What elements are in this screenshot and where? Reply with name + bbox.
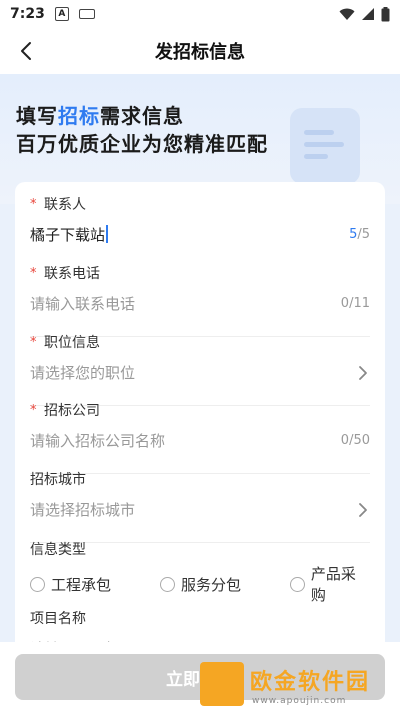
signal-icon [362, 8, 374, 20]
project-label: 项目名称 [30, 608, 370, 628]
battery-icon [381, 6, 390, 21]
form-card: * 联系人 橘子下载站 5/5 * 联系电话 请输入联系电话 0/11 * 职位… [15, 182, 385, 652]
page-title: 发招标信息 [155, 42, 245, 63]
app-notification-icon: A [54, 7, 69, 21]
project-label-text: 项目名称 [30, 611, 86, 627]
hero-heading-prefix: 填写 [16, 104, 58, 128]
company-counter: 0/50 [340, 433, 370, 448]
back-arrow-icon[interactable] [16, 40, 38, 62]
status-time: 7:23 [10, 6, 45, 22]
nav-bar: 发招标信息 [0, 28, 400, 74]
required-mark: * [30, 196, 37, 212]
info-type-field: 信息类型 工程承包 服务分包 产品采购 [30, 539, 370, 604]
company-label-text: 招标公司 [44, 403, 100, 419]
required-mark: * [30, 334, 37, 350]
status-bar: 7:23 A [0, 0, 400, 28]
radio-option-label: 产品采购 [310, 565, 356, 604]
contact-label: * 联系人 [30, 194, 370, 214]
city-select-placeholder[interactable]: 请选择招标城市 [30, 499, 356, 521]
hero-subheading: 百万优质企业为您精准匹配 [16, 132, 268, 156]
info-type-label-text: 信息类型 [30, 542, 86, 558]
position-select-placeholder[interactable]: 请选择您的职位 [30, 362, 356, 384]
city-label-text: 招标城市 [30, 472, 86, 488]
contact-counter-max: /5 [357, 227, 370, 242]
phone-label: * 联系电话 [30, 263, 370, 283]
phone-input-placeholder[interactable]: 请输入联系电话 [30, 293, 341, 315]
radio-option-label: 服务分包 [181, 575, 242, 594]
phone-label-text: 联系电话 [44, 266, 100, 282]
phone-counter: 0/11 [340, 296, 370, 311]
radio-circle-icon[interactable] [160, 576, 175, 592]
contact-label-text: 联系人 [44, 197, 86, 213]
contact-value-text: 橘子下载站 [30, 226, 106, 244]
status-right [339, 6, 390, 22]
city-label: 招标城市 [30, 469, 370, 489]
company-input[interactable]: 请输入招标公司名称 0/50 [30, 430, 370, 474]
radio-option-label: 工程承包 [51, 575, 112, 594]
chevron-right-icon[interactable] [356, 362, 370, 384]
position-label: * 职位信息 [30, 332, 370, 352]
watermark: 欧金软件园 www.apoujin.com [200, 662, 396, 712]
city-select[interactable]: 请选择招标城市 [30, 499, 370, 543]
wifi-icon [339, 8, 355, 20]
radio-circle-icon[interactable] [290, 576, 305, 592]
company-label: * 招标公司 [30, 400, 370, 420]
required-mark: * [30, 402, 37, 418]
hero-heading: 填写招标需求信息 [16, 100, 184, 129]
position-label-text: 职位信息 [44, 335, 100, 351]
company-field: * 招标公司 请输入招标公司名称 0/50 [30, 400, 370, 474]
contact-input-value[interactable]: 橘子下载站 [30, 224, 349, 246]
info-type-label: 信息类型 [30, 539, 370, 559]
company-input-placeholder[interactable]: 请输入招标公司名称 [30, 430, 341, 452]
hero-heading-suffix: 需求信息 [100, 104, 184, 128]
text-caret [106, 225, 109, 243]
watermark-text: 欧金软件园 [250, 670, 371, 695]
info-type-radio-group: 工程承包 服务分包 产品采购 [30, 565, 370, 604]
radio-circle-icon[interactable] [30, 576, 45, 592]
watermark-url: www.apoujin.com [252, 696, 347, 706]
contact-counter: 5/5 [349, 224, 370, 246]
phone-input[interactable]: 请输入联系电话 0/11 [30, 293, 370, 337]
position-field: * 职位信息 请选择您的职位 [30, 332, 370, 406]
document-icon [290, 108, 360, 184]
phone-field: * 联系电话 请输入联系电话 0/11 [30, 263, 370, 337]
city-field: 招标城市 请选择招标城市 [30, 469, 370, 543]
radio-option-engineering[interactable]: 工程承包 [30, 574, 111, 595]
contact-input[interactable]: 橘子下载站 5/5 [30, 224, 370, 268]
chevron-right-icon[interactable] [356, 499, 370, 521]
keyboard-icon [78, 9, 95, 19]
project-field: 项目名称 请输入项目标题 0/50 [30, 608, 370, 652]
contact-field: * 联系人 橘子下载站 5/5 [30, 194, 370, 245]
required-mark: * [30, 265, 37, 281]
hero-heading-highlight: 招标 [58, 104, 100, 128]
radio-option-service[interactable]: 服务分包 [160, 574, 241, 595]
watermark-logo [200, 662, 244, 706]
radio-option-procurement[interactable]: 产品采购 [290, 563, 370, 605]
